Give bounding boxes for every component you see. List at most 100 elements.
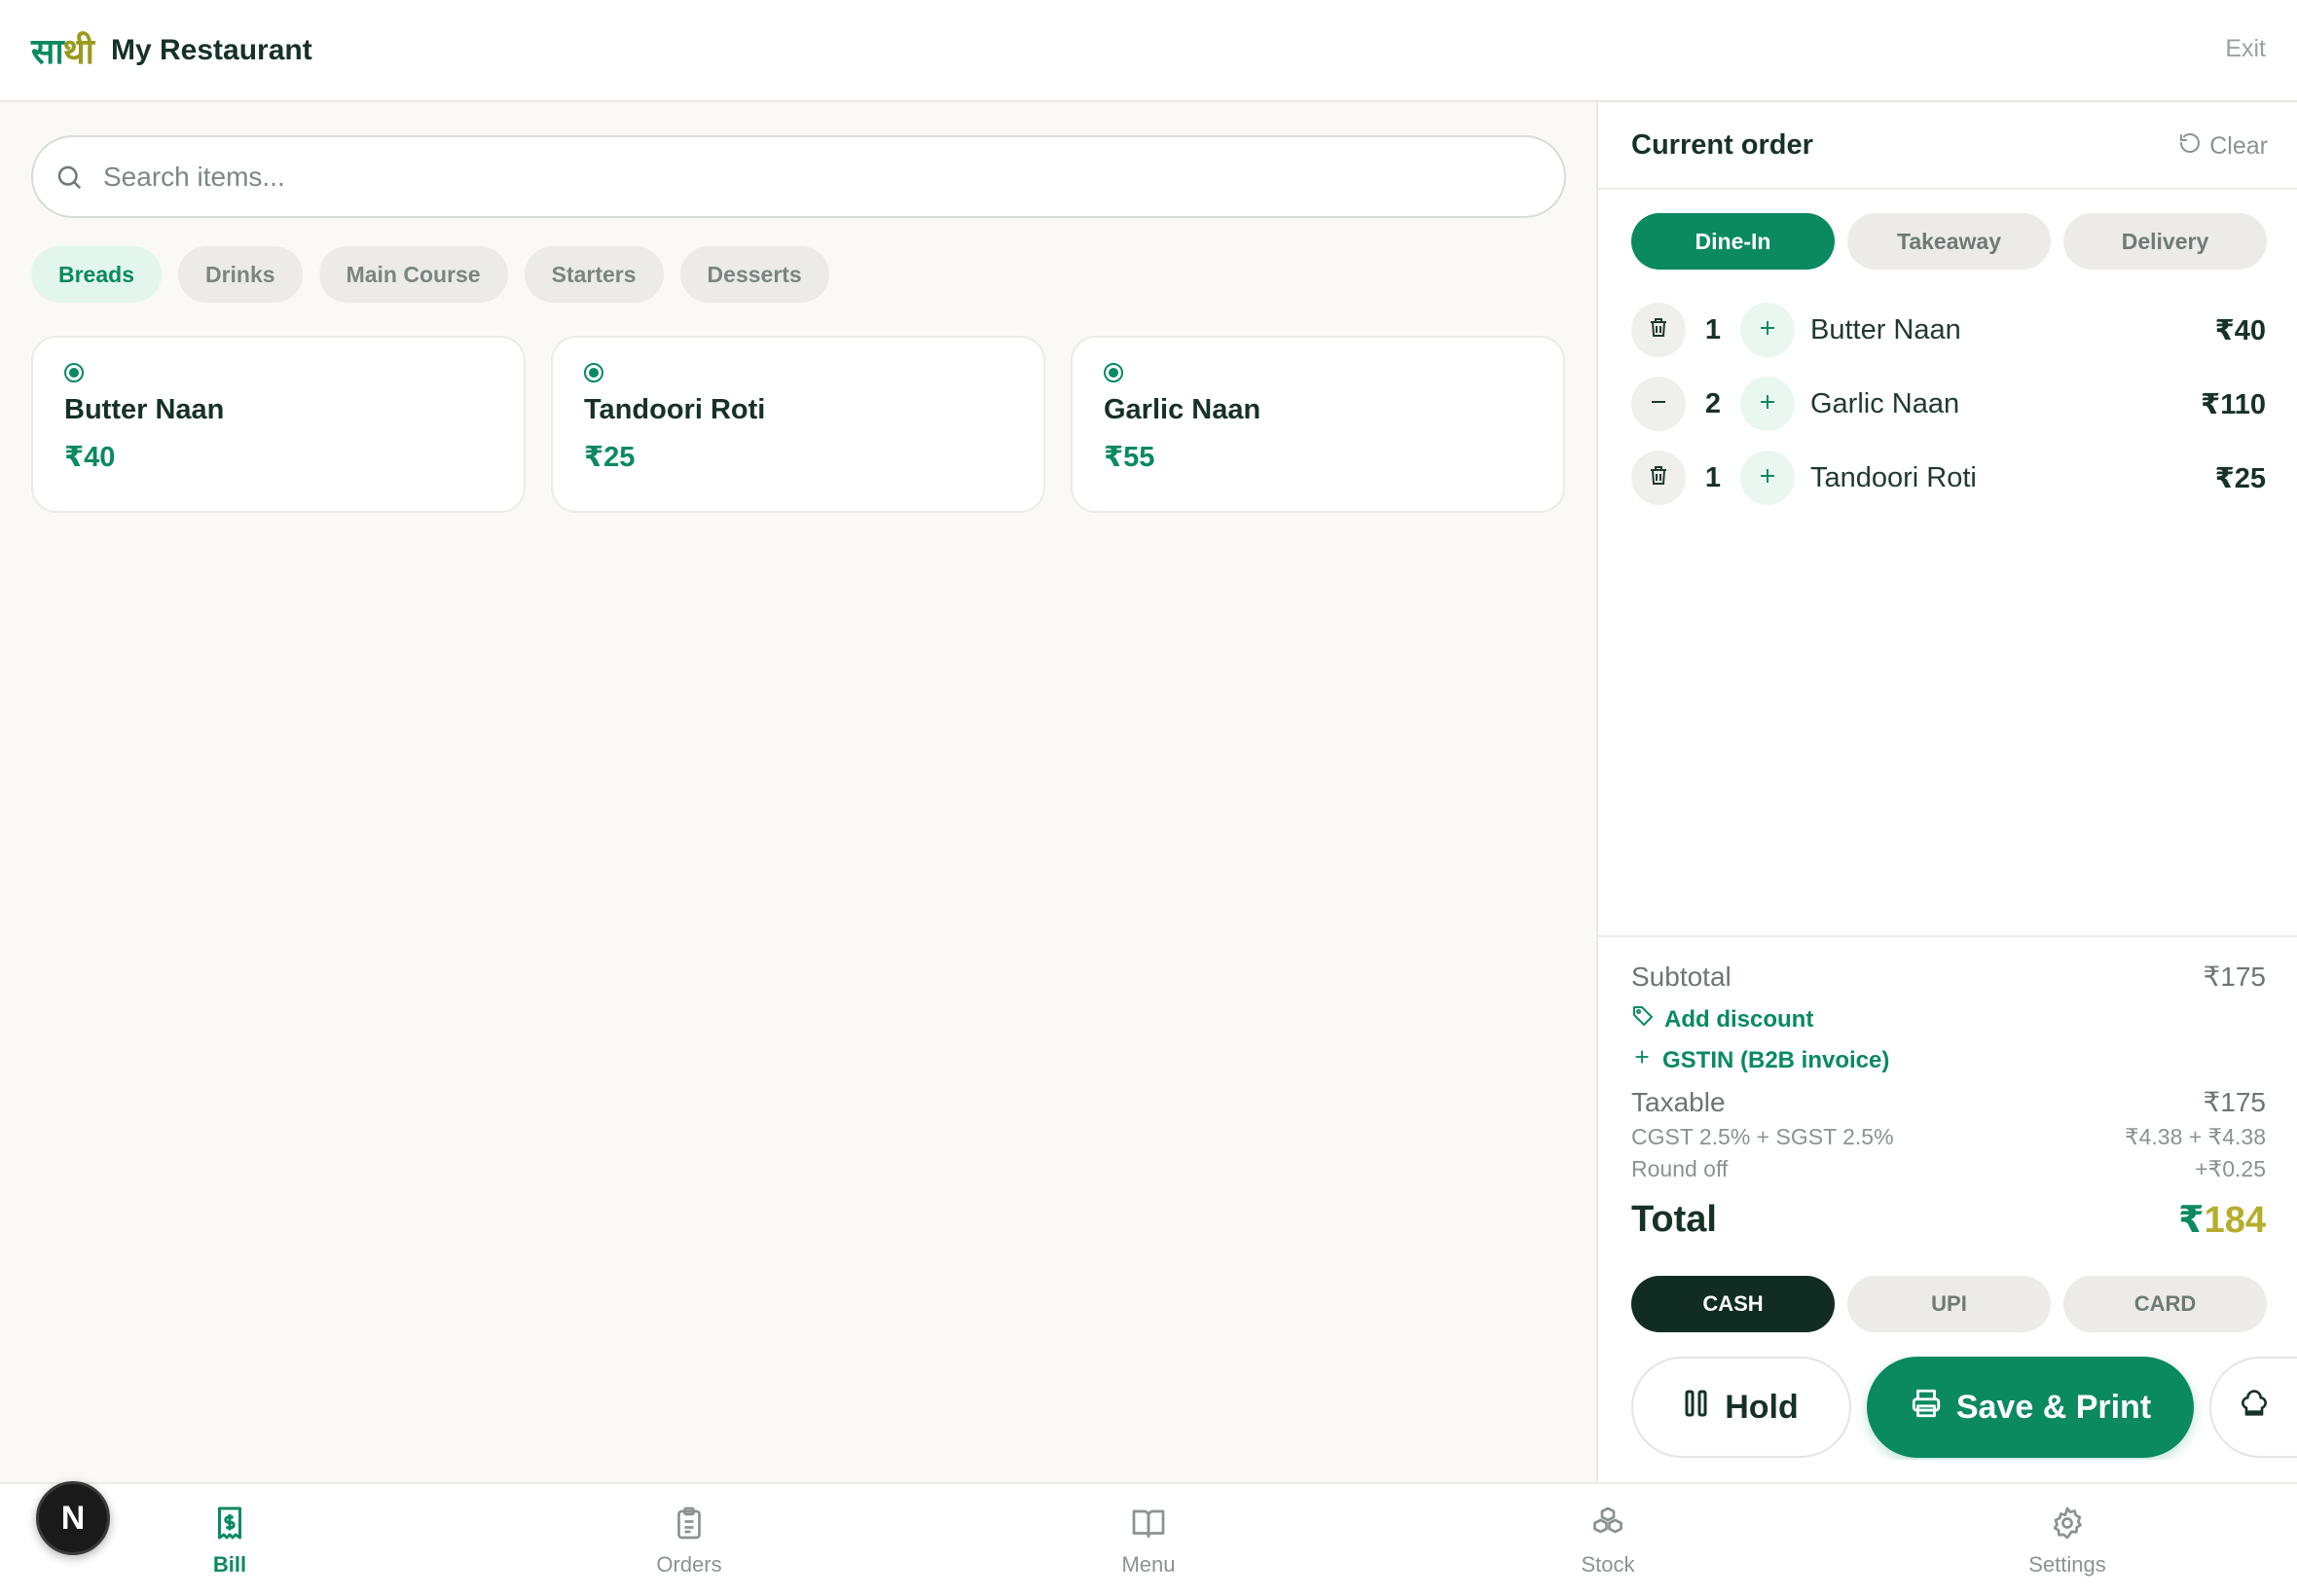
nav-settings[interactable]: Settings [1989, 1505, 2145, 1578]
order-item-name: Butter Naan [1810, 313, 1961, 345]
order-item-name: Garlic Naan [1810, 387, 1960, 419]
category-chip-desserts[interactable]: Desserts [679, 246, 829, 303]
subtotal-label: Subtotal [1631, 961, 1732, 992]
bottom-navigation: Bill Orders Menu Stock Settings [0, 1482, 2297, 1596]
order-panel: Current order Clear Dine-In Takeaway Del… [1596, 102, 2297, 1482]
gear-icon [2050, 1505, 2085, 1546]
order-item-price: ₹25 [2214, 462, 2266, 494]
order-actions: Hold Save & Print [1631, 1357, 2297, 1460]
order-line: 1 Butter Naan ₹40 [1631, 293, 2266, 367]
total-row: Total ₹184 [1631, 1198, 2266, 1242]
plus-icon [1756, 316, 1779, 345]
nav-stock[interactable]: Stock [1530, 1505, 1686, 1578]
save-print-button[interactable]: Save & Print [1867, 1357, 2194, 1458]
veg-indicator-icon [584, 363, 603, 382]
increase-quantity-button[interactable] [1740, 377, 1795, 431]
tax-row: CGST 2.5% + SGST 2.5% ₹4.38 + ₹4.38 [1631, 1124, 2266, 1150]
add-discount-label: Add discount [1664, 1005, 1814, 1033]
item-price: ₹55 [1104, 442, 1155, 473]
bill-icon [212, 1505, 247, 1546]
app-logo: साथी [31, 32, 94, 72]
plus-icon [1631, 1046, 1653, 1074]
item-grid: Butter Naan ₹40 Tandoori Roti ₹25 Garlic… [31, 336, 1565, 513]
taxable-label: Taxable [1631, 1086, 1726, 1117]
decrease-quantity-button[interactable] [1631, 377, 1686, 431]
minus-icon [1647, 390, 1670, 418]
tag-icon [1631, 1004, 1655, 1034]
order-lines: 1 Butter Naan ₹40 2 Garlic Naan ₹110 1 T… [1631, 293, 2266, 515]
nav-orders[interactable]: Orders [611, 1505, 767, 1578]
payment-card[interactable]: CARD [2063, 1276, 2267, 1332]
add-gstin-link[interactable]: GSTIN (B2B invoice) [1631, 1046, 2266, 1074]
order-item-price: ₹40 [2214, 314, 2266, 346]
search-icon [55, 163, 84, 192]
order-header: Current order Clear [1598, 102, 2297, 190]
category-chip-starters[interactable]: Starters [524, 246, 664, 303]
nav-settings-label: Settings [2028, 1552, 2106, 1577]
nav-bill[interactable]: Bill [152, 1505, 308, 1578]
nav-orders-label: Orders [656, 1552, 722, 1577]
nav-bill-label: Bill [212, 1552, 247, 1577]
category-chip-drinks[interactable]: Drinks [177, 246, 303, 303]
order-title: Current order [1631, 129, 1813, 161]
item-name: Tandoori Roti [584, 394, 766, 425]
order-type-selector: Dine-In Takeaway Delivery [1631, 213, 2267, 270]
payment-method-selector: CASH UPI CARD [1631, 1276, 2267, 1332]
category-chip-breads[interactable]: Breads [31, 246, 162, 303]
order-item-price: ₹110 [2201, 388, 2266, 420]
reset-icon [2178, 131, 2202, 162]
payment-upi[interactable]: UPI [1847, 1276, 2051, 1332]
add-discount-link[interactable]: Add discount [1631, 1004, 2266, 1034]
item-card-garlic-naan[interactable]: Garlic Naan ₹55 [1071, 336, 1565, 513]
veg-indicator-icon [1104, 363, 1123, 382]
chef-hat-icon [2239, 1389, 2270, 1426]
printer-icon [1910, 1387, 1943, 1429]
trash-icon [1647, 464, 1670, 492]
item-name: Butter Naan [64, 394, 225, 425]
gstin-label: GSTIN (B2B invoice) [1662, 1046, 1890, 1073]
user-avatar[interactable]: N [36, 1481, 110, 1555]
tax-value: ₹4.38 + ₹4.38 [2124, 1124, 2266, 1149]
search-bar[interactable] [31, 135, 1566, 218]
clipboard-icon [672, 1505, 707, 1546]
item-price: ₹40 [64, 442, 116, 473]
menu-area: Breads Drinks Main Course Starters Desse… [0, 102, 1596, 1482]
increase-quantity-button[interactable] [1740, 303, 1795, 357]
kitchen-ticket-button[interactable] [2209, 1357, 2297, 1458]
roundoff-label: Round off [1631, 1156, 1729, 1181]
clear-order-button[interactable]: Clear [2178, 131, 2268, 162]
search-input[interactable] [103, 161, 1466, 193]
exit-button[interactable]: Exit [2225, 35, 2266, 63]
payment-cash[interactable]: CASH [1631, 1276, 1835, 1332]
order-type-delivery[interactable]: Delivery [2063, 213, 2267, 270]
increase-quantity-button[interactable] [1740, 451, 1795, 505]
hold-label: Hold [1725, 1388, 1799, 1426]
trash-icon [1647, 316, 1670, 345]
tax-label: CGST 2.5% + SGST 2.5% [1631, 1124, 1894, 1149]
order-type-dine-in[interactable]: Dine-In [1631, 213, 1835, 270]
nav-menu-label: Menu [1121, 1552, 1176, 1577]
order-type-takeaway[interactable]: Takeaway [1847, 213, 2051, 270]
item-card-tandoori-roti[interactable]: Tandoori Roti ₹25 [551, 336, 1045, 513]
bill-summary: Subtotal ₹175 Add discount GSTIN (B2B in… [1598, 935, 2297, 1242]
remove-item-button[interactable] [1631, 303, 1686, 357]
roundoff-value: +₹0.25 [2195, 1156, 2266, 1181]
total-label: Total [1631, 1199, 1717, 1240]
subtotal-value: ₹175 [2203, 961, 2266, 992]
order-line: 2 Garlic Naan ₹110 [1631, 367, 2266, 441]
plus-icon [1756, 390, 1779, 418]
nav-menu[interactable]: Menu [1071, 1505, 1226, 1578]
taxable-row: Taxable ₹175 [1631, 1086, 2266, 1118]
save-print-label: Save & Print [1955, 1388, 2152, 1426]
restaurant-name: My Restaurant [111, 33, 312, 66]
boxes-icon [1589, 1505, 1626, 1546]
item-quantity: 2 [1704, 387, 1722, 419]
category-chip-main-course[interactable]: Main Course [318, 246, 508, 303]
remove-item-button[interactable] [1631, 451, 1686, 505]
roundoff-row: Round off +₹0.25 [1631, 1156, 2266, 1182]
item-card-butter-naan[interactable]: Butter Naan ₹40 [31, 336, 526, 513]
hold-button[interactable]: Hold [1631, 1357, 1851, 1458]
item-quantity: 1 [1704, 461, 1722, 493]
total-value: ₹184 [2178, 1200, 2266, 1241]
plus-icon [1756, 464, 1779, 492]
